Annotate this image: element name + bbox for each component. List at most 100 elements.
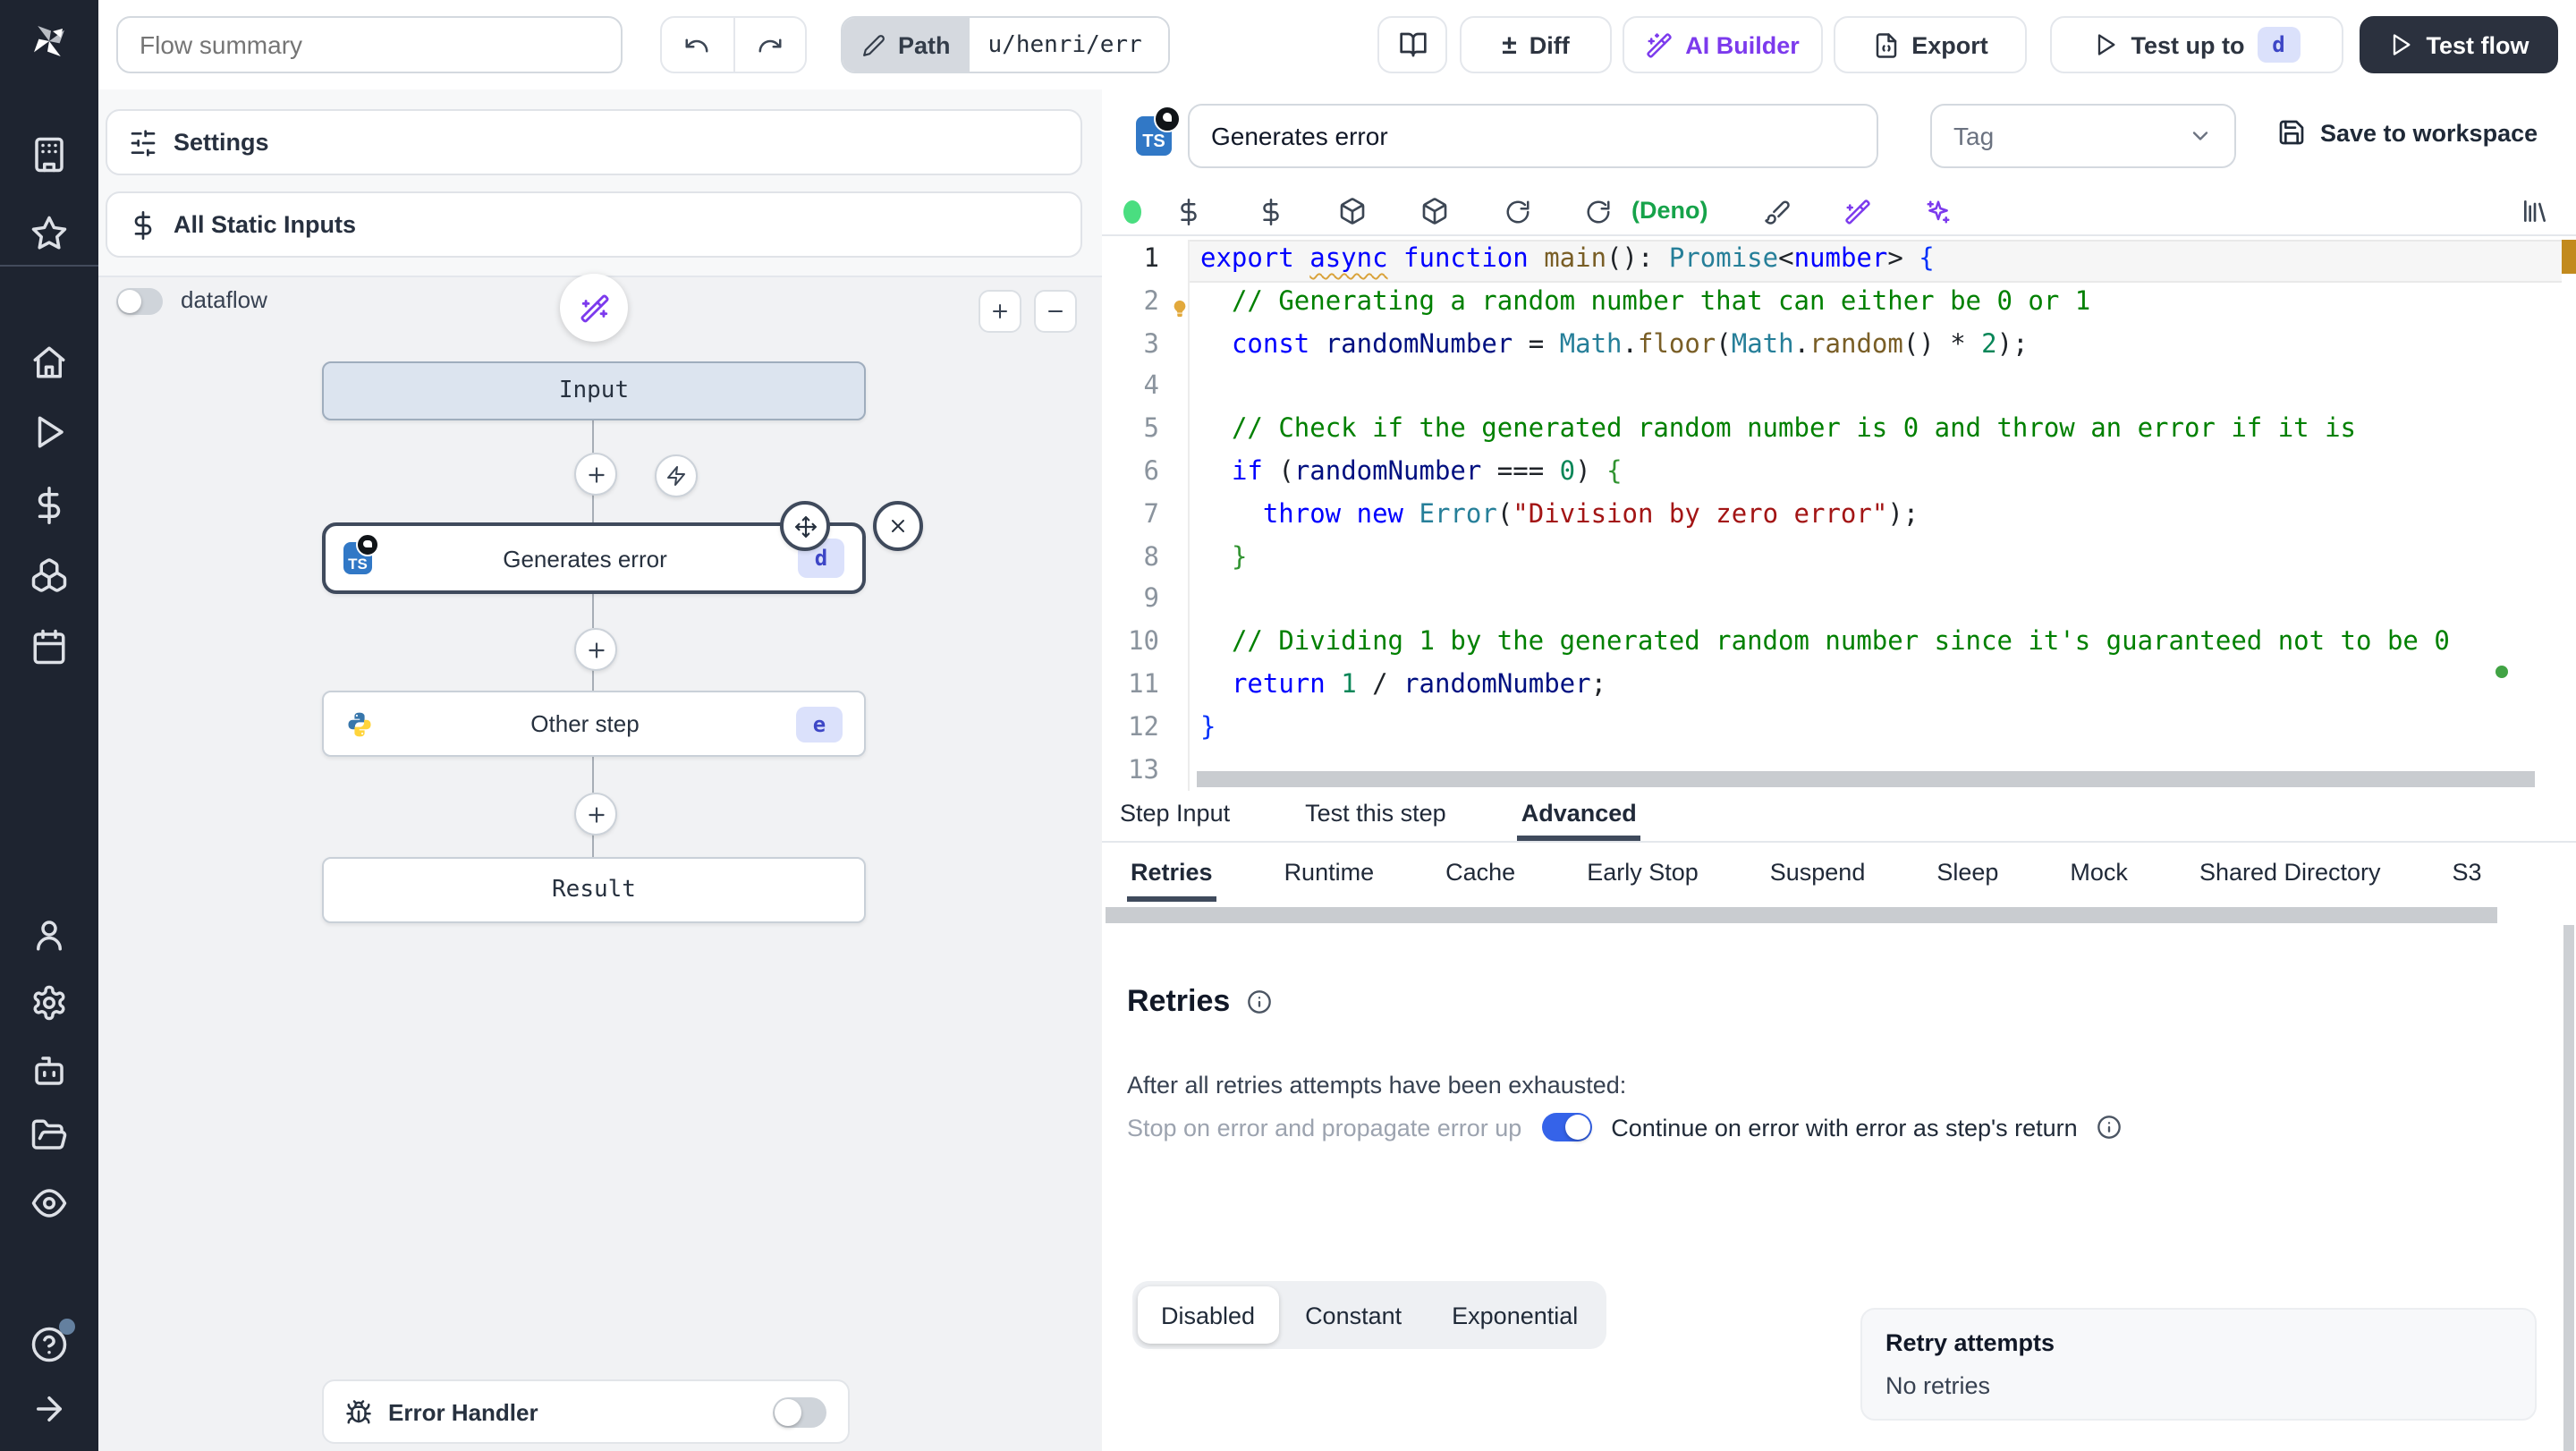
code-line: const randomNumber = Math.floor(Math.ran… (1231, 330, 2029, 360)
reset-icon[interactable] (1578, 191, 1617, 231)
subtab-cache[interactable]: Cache (1442, 859, 1519, 902)
tab-advanced[interactable]: Advanced (1518, 800, 1640, 841)
step-title-input[interactable] (1188, 104, 1878, 168)
home-icon[interactable] (30, 344, 68, 381)
plus-icon (993, 304, 1007, 318)
package-icon[interactable] (1415, 191, 1454, 231)
library-icon[interactable] (2515, 191, 2555, 231)
ai-builder-button[interactable]: AI Builder (1623, 16, 1823, 73)
topbar: Path u/henri/err ± Diff AI Builder Expor… (98, 0, 2576, 91)
add-step-button[interactable] (574, 628, 617, 671)
retry-mode-constant[interactable]: Constant (1282, 1286, 1425, 1344)
info-icon[interactable] (2097, 1115, 2123, 1140)
all-static-inputs-button[interactable]: All Static Inputs (106, 191, 1082, 258)
tab-step-input[interactable]: Step Input (1116, 800, 1233, 841)
sliders-icon (131, 129, 156, 156)
tab-test-this-step[interactable]: Test this step (1301, 800, 1450, 841)
flow-summary-input[interactable] (116, 16, 623, 73)
format-brush-icon[interactable] (1757, 191, 1796, 231)
package-icon[interactable] (1333, 191, 1372, 231)
settings-gear-icon[interactable] (30, 984, 68, 1022)
subtabs-horizontal-scrollbar[interactable] (1106, 907, 2497, 923)
runtime-label[interactable]: (Deno) (1631, 197, 1708, 224)
error-mode-row: Stop on error and propagate error up Con… (1127, 1113, 2123, 1141)
test-flow-button[interactable]: Test flow (2360, 16, 2558, 73)
sidebar (0, 0, 98, 1451)
step-node-other-step[interactable]: Other step e (322, 691, 866, 757)
retry-mode-exponential[interactable]: Exponential (1428, 1286, 1601, 1344)
subtab-sleep[interactable]: Sleep (1933, 859, 2002, 902)
redo-button[interactable] (734, 18, 805, 72)
continue-on-error-label[interactable]: Continue on error with error as step's r… (1611, 1114, 2077, 1141)
schedules-calendar-icon[interactable] (30, 628, 68, 666)
subtab-retries[interactable]: Retries (1127, 859, 1216, 902)
test-up-to-step-badge: d (2257, 27, 2301, 63)
continue-on-error-toggle[interactable] (1541, 1113, 1592, 1141)
folders-icon[interactable] (30, 1116, 68, 1154)
undo-button[interactable] (662, 18, 734, 72)
tag-select[interactable]: Tag (1930, 104, 2236, 168)
sparkles-icon[interactable] (1918, 191, 1957, 231)
user-icon[interactable] (30, 916, 68, 954)
lightbulb-icon[interactable] (1170, 292, 1190, 335)
edge (592, 420, 594, 453)
stop-on-error-label[interactable]: Stop on error and propagate error up (1127, 1114, 1521, 1141)
typescript-deno-icon: TS (1136, 106, 1181, 156)
subtab-mock[interactable]: Mock (2066, 859, 2131, 902)
ai-wand-icon[interactable] (1837, 191, 1877, 231)
zoom-out-button[interactable] (1034, 290, 1077, 333)
path-value: u/henri/err (970, 18, 1168, 72)
windmill-logo[interactable] (25, 20, 73, 68)
lightning-icon (667, 466, 685, 486)
error-handler-toggle[interactable] (773, 1396, 826, 1427)
step-node-generates-error[interactable]: TS Generates error d (322, 501, 923, 594)
delete-step-button[interactable] (873, 501, 923, 551)
subtab-runtime[interactable]: Runtime (1281, 859, 1378, 902)
retry-mode-disabled[interactable]: Disabled (1138, 1286, 1279, 1344)
diff-button[interactable]: ± Diff (1460, 16, 1612, 73)
panel-vertical-scrollbar[interactable] (2563, 925, 2574, 1451)
step-tabs: Step Input Test this step Advanced (1102, 789, 2576, 843)
path-group[interactable]: Path u/henri/err (841, 16, 1170, 73)
audit-eye-icon[interactable] (30, 1184, 68, 1222)
subtab-s3[interactable]: S3 (2449, 859, 2486, 902)
subtab-suspend[interactable]: Suspend (1767, 859, 1869, 902)
error-handler-node[interactable]: Error Handler (322, 1379, 850, 1444)
flow-result-node[interactable]: Result (322, 857, 866, 923)
info-icon[interactable] (1246, 989, 1271, 1014)
runs-play-icon[interactable] (30, 413, 68, 451)
magic-wand-icon (1647, 32, 1672, 57)
subtab-early-stop[interactable]: Early Stop (1583, 859, 1702, 902)
workers-robot-icon[interactable] (30, 1052, 68, 1090)
path-edit-button[interactable]: Path (843, 18, 970, 72)
test-up-to-button[interactable]: Test up to d (2050, 16, 2343, 73)
flow-input-node[interactable]: Input (322, 361, 866, 420)
resources-boxes-icon[interactable] (30, 556, 68, 594)
add-step-button[interactable] (574, 453, 617, 496)
favorites-star-icon[interactable] (30, 215, 68, 252)
docs-button[interactable] (1377, 16, 1447, 73)
static-inputs-icon[interactable] (1168, 191, 1208, 231)
add-step-button[interactable] (574, 793, 617, 836)
move-step-button[interactable] (780, 501, 830, 551)
subtab-shared-directory[interactable]: Shared Directory (2196, 859, 2385, 902)
code-line: // Generating a random number that can e… (1174, 283, 2562, 326)
edge (592, 594, 594, 628)
variables-dollar-icon[interactable] (30, 487, 68, 524)
code-editor[interactable]: 1 2 3 4 5 6 7 8 9 10 11 12 13 export async function … (1102, 234, 2576, 791)
variables-icon[interactable] (1250, 191, 1290, 231)
workspace-building-icon[interactable] (30, 136, 68, 174)
dataflow-toggle[interactable] (116, 288, 163, 315)
export-button[interactable]: Export (1834, 16, 2027, 73)
add-trigger-button[interactable] (655, 454, 698, 497)
save-to-workspace-button[interactable]: Save to workspace (2277, 118, 2538, 147)
flow-settings-button[interactable]: Settings (106, 109, 1082, 175)
bug-icon (346, 1399, 371, 1423)
expand-arrow-icon[interactable] (30, 1390, 68, 1428)
ai-flow-assistant-button[interactable] (560, 274, 628, 342)
editor-green-marker (2496, 666, 2508, 678)
editor-horizontal-scrollbar[interactable] (1197, 771, 2535, 787)
zoom-in-button[interactable] (979, 290, 1021, 333)
reload-icon[interactable] (1497, 191, 1537, 231)
